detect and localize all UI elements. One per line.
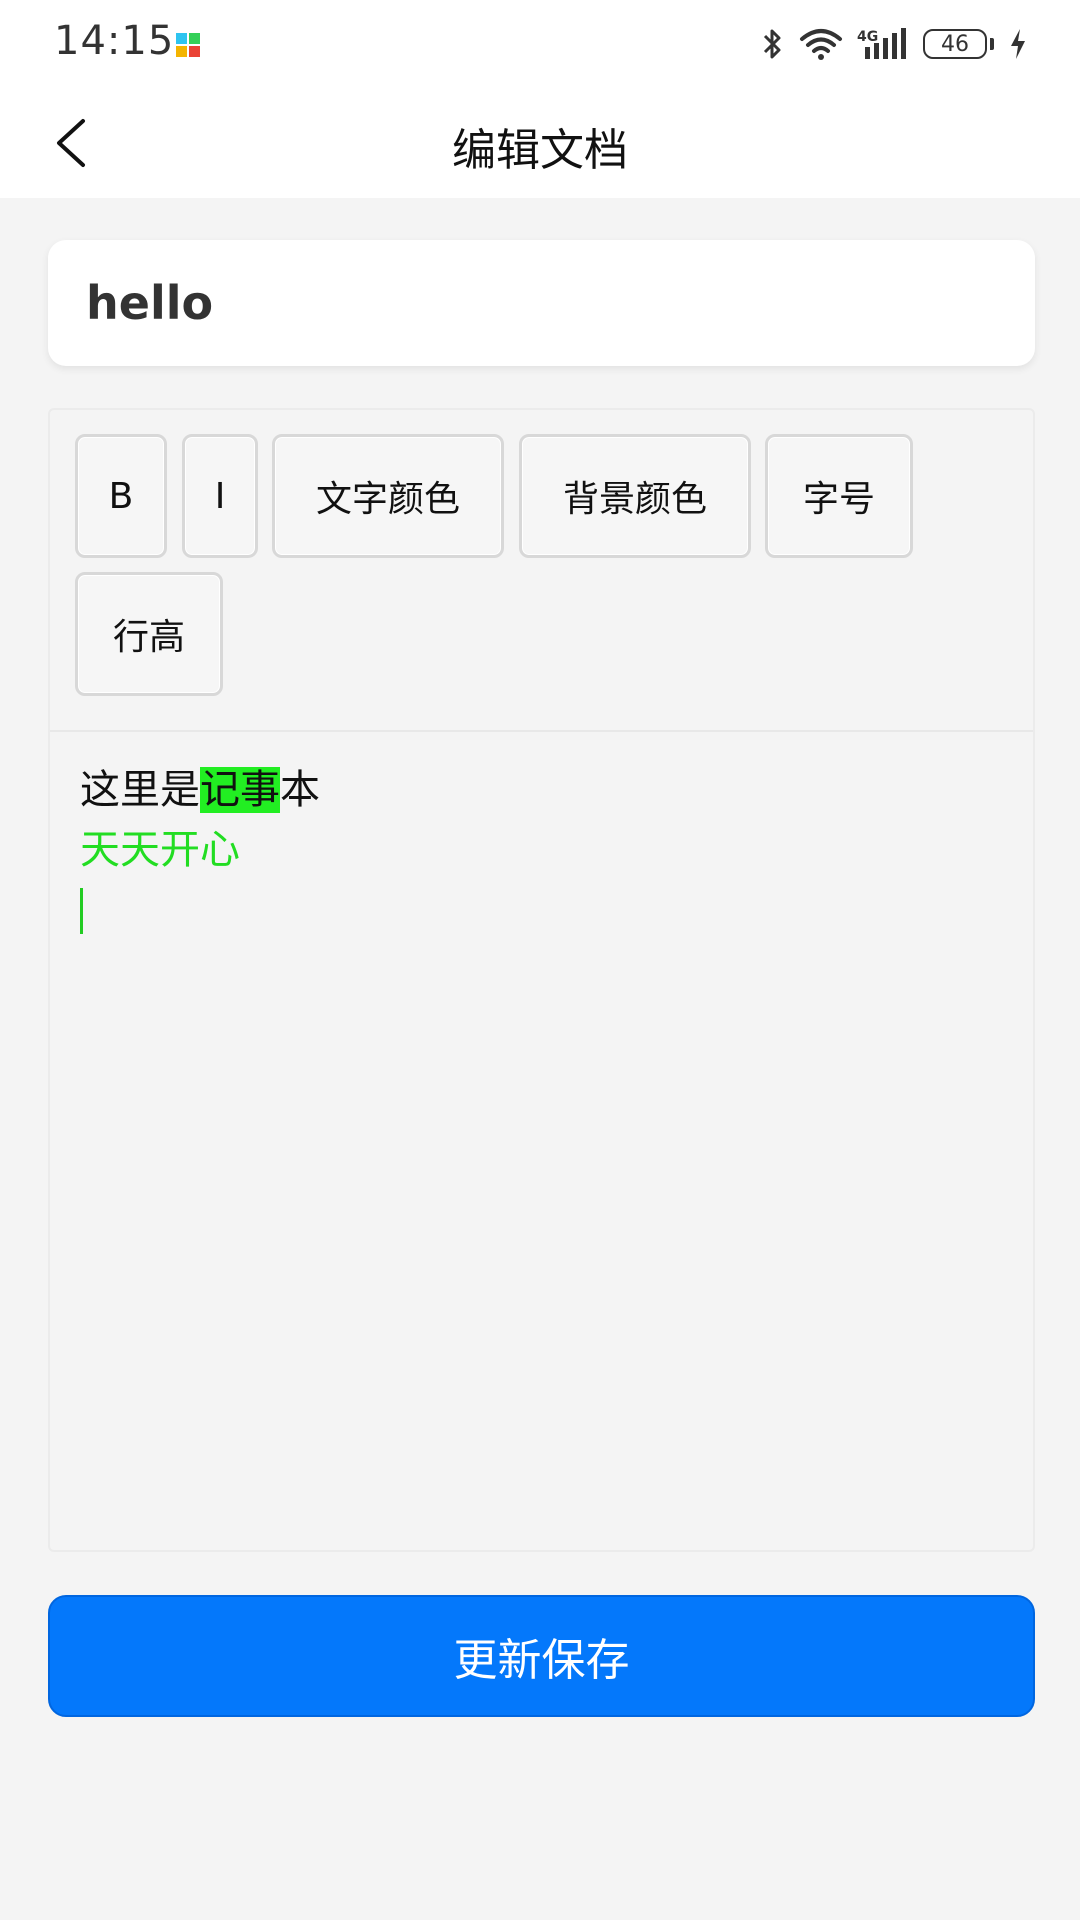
bold-button[interactable]: B: [75, 434, 167, 558]
editor-content[interactable]: 这里是记事本 天天开心: [80, 760, 1000, 951]
app-header: 编辑文档: [0, 88, 1080, 198]
battery-cap: [990, 38, 994, 50]
wifi-icon: [800, 29, 842, 60]
highlighted-text: 记事: [200, 767, 280, 813]
signal-4g-icon: 4G: [857, 28, 906, 59]
font-size-button[interactable]: 字号: [765, 434, 913, 558]
bluetooth-icon: [763, 29, 781, 59]
svg-text:4G: 4G: [857, 29, 878, 45]
line-height-button[interactable]: 行高: [75, 572, 223, 696]
rich-text-editor: B I 文字颜色 背景颜色 字号 行高 这里是记事本 天天开心: [48, 408, 1035, 1552]
text-color-button[interactable]: 文字颜色: [272, 434, 504, 558]
charging-icon: [1011, 29, 1025, 59]
status-time: 14:15: [54, 18, 175, 64]
italic-button[interactable]: I: [182, 434, 258, 558]
background-color-button[interactable]: 背景颜色: [519, 434, 751, 558]
play-store-icon: [176, 33, 200, 57]
text-caret-line: [80, 880, 1000, 951]
battery-indicator: 46: [923, 29, 994, 59]
update-save-button[interactable]: 更新保存: [48, 1595, 1035, 1717]
formatting-toolbar: B I 文字颜色 背景颜色 字号 行高: [50, 410, 1033, 732]
status-icons: 4G 46: [759, 24, 1028, 64]
battery-level: 46: [923, 29, 987, 59]
content-line: 这里是记事本: [80, 760, 1000, 820]
page-title: 编辑文档: [452, 125, 628, 176]
content-text: 这里是: [80, 767, 200, 813]
title-field-card: [48, 240, 1035, 366]
content-text: 本: [280, 767, 320, 813]
green-content-line: 天天开心: [80, 827, 240, 873]
status-bar: 14:15 4G 46: [0, 0, 1080, 88]
text-caret: [80, 888, 83, 934]
document-title-input[interactable]: [84, 275, 999, 331]
